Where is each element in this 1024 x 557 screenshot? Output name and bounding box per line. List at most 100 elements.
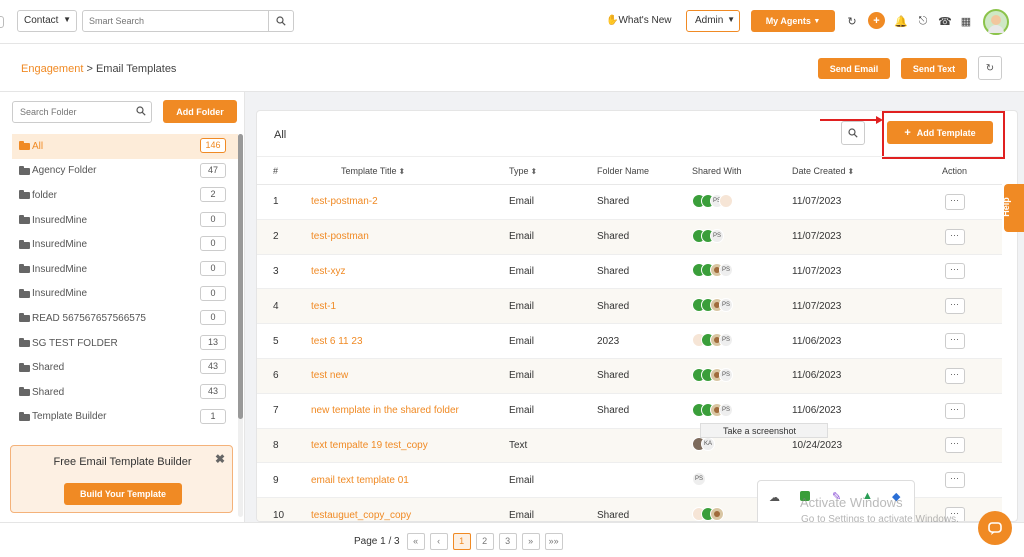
folder-icon [19, 411, 30, 421]
folder-item[interactable]: Shared 43 [12, 380, 238, 405]
activate-windows-title: Activate Windows [800, 495, 903, 510]
folder-name: Shared [597, 288, 692, 325]
shared-avatars: PS [692, 263, 792, 279]
shared-avatars: PS [692, 298, 792, 314]
sync-icon[interactable]: ↻ [845, 14, 859, 28]
add-template-label: Add Template [916, 127, 976, 138]
row-number: 4 [257, 288, 295, 325]
shared-with-cell: PS [692, 184, 792, 220]
folder-search-input[interactable] [13, 102, 133, 122]
add-folder-button[interactable]: Add Folder [163, 100, 237, 123]
smart-search-input[interactable] [83, 11, 270, 31]
template-title-link[interactable]: test new [295, 358, 509, 394]
folder-item[interactable]: SG TEST FOLDER 13 [12, 331, 238, 356]
template-title-link[interactable]: text tempalte 19 test_copy [295, 428, 509, 464]
folder-item[interactable]: folder 2 [12, 183, 238, 208]
refresh-button[interactable]: ↻ [978, 56, 1002, 80]
send-email-button[interactable]: Send Email [818, 58, 890, 79]
breadcrumb-engagement-link[interactable]: Engagement [21, 63, 83, 75]
chevron-down-icon: ▼ [813, 17, 821, 25]
folder-label: Shared [32, 386, 65, 398]
build-template-button[interactable]: Build Your Template [64, 483, 182, 505]
folder-icon [19, 165, 30, 175]
folder-item[interactable]: InsuredMine 0 [12, 282, 238, 307]
folder-label: READ 567567657566575 [32, 312, 146, 324]
folder-item[interactable]: Template Builder 1 [12, 405, 238, 430]
row-actions-button[interactable]: ··· [944, 402, 965, 419]
my-agents-button[interactable]: My Agents ▼ [751, 10, 835, 32]
action-cell: ··· [907, 219, 1002, 255]
folder-item[interactable]: Shared 43 [12, 355, 238, 380]
folder-label: InsuredMine [32, 288, 88, 300]
template-title-link[interactable]: test-postman [295, 219, 509, 255]
folder-name [597, 428, 692, 464]
row-actions-button[interactable]: ··· [944, 263, 965, 280]
folder-item[interactable]: InsuredMine 0 [12, 208, 238, 233]
breadcrumb-current: Email Templates [95, 63, 177, 75]
close-icon[interactable]: ✖ [215, 452, 225, 466]
next-page-button[interactable]: » [521, 533, 540, 550]
template-title-link[interactable]: test-postman-2 [295, 184, 509, 220]
chat-launcher-button[interactable] [978, 511, 1012, 545]
sidebar-toggle[interactable] [0, 16, 4, 28]
table-row: 2 test-postman Email Shared PS 11/07/2023 ··· [257, 219, 1002, 255]
folder-label: InsuredMine [32, 263, 88, 275]
row-actions-button[interactable]: ··· [944, 228, 965, 245]
folder-scrollbar[interactable] [238, 134, 243, 517]
templates-table: # Template Title ⬍ Type ⬍ Folder Name Shar… [257, 156, 1002, 521]
role-select[interactable]: Admin ▼ [686, 10, 740, 32]
last-page-button[interactable]: »» [544, 533, 563, 550]
template-title-link[interactable]: testauguet_copy_copy [295, 497, 509, 521]
col-header-date[interactable]: Date Created ⬍ [792, 156, 907, 185]
page-button-1[interactable]: 1 [452, 533, 471, 550]
row-actions-button[interactable]: ··· [944, 367, 965, 384]
bell-icon[interactable]: 🔔 [894, 14, 908, 28]
template-title-link[interactable]: test-xyz [295, 254, 509, 290]
folder-count-badge: 0 [200, 260, 226, 276]
col-header-title[interactable]: Template Title ⬍ [295, 156, 509, 185]
template-title-link[interactable]: new template in the shared folder [295, 393, 509, 429]
add-template-button[interactable]: + Add Template [887, 121, 993, 144]
folder-item[interactable]: InsuredMine 0 [12, 232, 238, 257]
logout-icon[interactable]: ⎋ [916, 14, 930, 28]
template-title-link[interactable]: test-1 [295, 288, 509, 325]
phone-icon[interactable]: ☎ [938, 14, 952, 28]
col-header-type[interactable]: Type ⬍ [509, 156, 597, 185]
sort-icon: ⬍ [530, 166, 538, 176]
shared-avatar: PS [719, 263, 733, 278]
col-header-type-label: Type [509, 165, 529, 176]
template-title-link[interactable]: test 6 11 23 [295, 323, 509, 359]
folder-item[interactable]: InsuredMine 0 [12, 257, 238, 282]
table-row: 7 new template in the shared folder Email S… [257, 393, 1002, 429]
folder-item[interactable]: Agency Folder 47 [12, 159, 238, 184]
user-avatar[interactable] [983, 9, 1009, 35]
template-search-button[interactable] [841, 121, 865, 145]
scrollbar-thumb[interactable] [238, 134, 243, 419]
row-actions-button[interactable]: ··· [944, 472, 965, 489]
first-page-button[interactable]: « [406, 533, 425, 550]
table-row: 8 text tempalte 19 test_copy Text KA 10/24/2… [257, 428, 1002, 464]
search-icon [136, 106, 146, 116]
template-title-link[interactable]: email text template 01 [295, 462, 509, 499]
page-button-2[interactable]: 2 [475, 533, 494, 550]
search-button[interactable] [268, 11, 293, 31]
row-actions-button[interactable]: ··· [944, 193, 965, 210]
folder-item[interactable]: All 146 [12, 134, 238, 159]
folder-item[interactable]: READ 567567657566575 0 [12, 306, 238, 331]
shared-avatar: KA [701, 437, 715, 452]
search-type-label: Contact [24, 15, 59, 26]
calculator-icon[interactable]: ▦ [959, 14, 973, 28]
row-actions-button[interactable]: ··· [944, 437, 965, 454]
search-type-select[interactable]: Contact ▼ [17, 10, 77, 32]
prev-page-button[interactable]: ‹ [429, 533, 448, 550]
plus-icon[interactable]: + [868, 12, 885, 29]
row-actions-button[interactable]: ··· [944, 298, 965, 315]
send-text-button[interactable]: Send Text [901, 58, 967, 79]
folder-count-badge: 1 [200, 408, 226, 424]
whats-new-link[interactable]: ✋What's New [606, 15, 672, 26]
row-actions-button[interactable]: ··· [944, 333, 965, 350]
page-button-3[interactable]: 3 [498, 533, 517, 550]
help-tab[interactable]: Help [1001, 184, 1024, 232]
folder-icon [19, 190, 30, 200]
table-body: 1 test-postman-2 Email Shared PS 11/07/2023 ··… [257, 184, 1002, 521]
